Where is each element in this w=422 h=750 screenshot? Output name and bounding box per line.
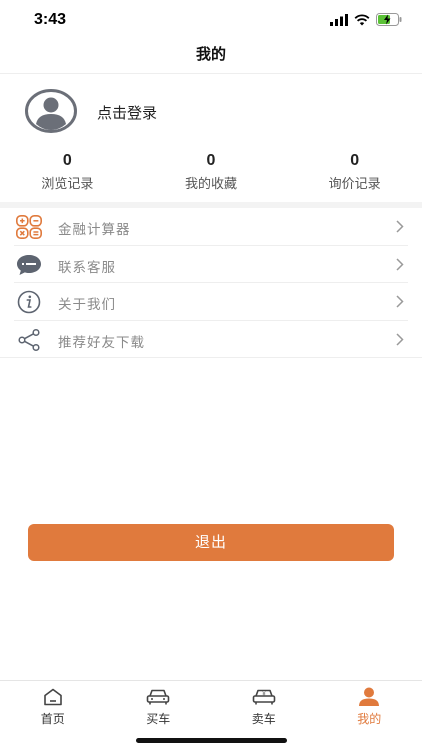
chat-bubble-icon	[16, 252, 42, 278]
user-avatar-icon	[25, 89, 77, 133]
menu-item-recommend-friends[interactable]: 推荐好友下载	[14, 321, 408, 358]
avatar[interactable]	[25, 89, 77, 133]
menu-item-label: 推荐好友下载	[58, 334, 145, 351]
tab-profile[interactable]: 我的	[317, 681, 422, 750]
menu-item-label: 金融计算器	[58, 222, 131, 238]
divider	[0, 357, 422, 358]
tab-label: 首页	[40, 712, 65, 726]
tab-label: 卖车	[251, 712, 276, 726]
sell-car-icon: ¥	[252, 687, 276, 707]
chevron-right-icon	[396, 220, 404, 233]
chevron-right-icon	[396, 332, 404, 346]
car-icon	[146, 687, 170, 707]
stats-row: 0 浏览记录 0 我的收藏 0 询价记录	[0, 152, 422, 192]
status-time: 3:43	[34, 11, 67, 28]
nav-bar: 我的	[0, 40, 422, 74]
wifi-icon	[354, 13, 370, 25]
status-icons	[330, 13, 402, 26]
menu-item-finance-calculator[interactable]: 金融计算器	[14, 208, 408, 246]
stat-label: 我的收藏	[185, 177, 238, 192]
stat-favorites[interactable]: 0 我的收藏	[141, 152, 282, 192]
home-icon	[41, 687, 65, 707]
stat-browse-history[interactable]: 0 浏览记录	[0, 152, 138, 192]
menu-item-about-us[interactable]: 关于我们	[14, 283, 408, 321]
stat-label: 浏览记录	[41, 177, 94, 192]
logout-button[interactable]: 退出	[28, 524, 394, 561]
stat-inquiry-history[interactable]: 0 询价记录	[284, 152, 422, 192]
svg-text:¥: ¥	[262, 692, 266, 698]
stat-value: 0	[350, 152, 360, 169]
menu-item-customer-service[interactable]: 联系客服	[14, 246, 408, 283]
stat-label: 询价记录	[328, 177, 381, 192]
cellular-signal-icon	[330, 13, 348, 26]
calculator-icon	[16, 214, 42, 240]
battery-icon	[376, 13, 402, 26]
tab-label: 我的	[357, 712, 382, 726]
status-bar: 3:43	[0, 0, 422, 40]
stat-value: 0	[62, 152, 72, 169]
tab-home[interactable]: 首页	[0, 681, 106, 750]
login-link[interactable]: 点击登录	[97, 102, 157, 123]
menu-item-label: 关于我们	[58, 297, 116, 313]
screen: 3:43 我的 点击登录 0 浏览记录 0 我的收藏 0 询价记录 金融计算器 …	[0, 0, 422, 750]
home-indicator	[136, 738, 287, 743]
share-icon	[16, 327, 42, 353]
info-icon	[16, 289, 42, 315]
tab-label: 买车	[146, 712, 171, 726]
menu-item-label: 联系客服	[58, 259, 116, 276]
profile-icon	[357, 687, 381, 707]
stat-value: 0	[206, 152, 216, 169]
page-title: 我的	[195, 45, 226, 63]
menu-list: 金融计算器 联系客服 关于我们 推荐好友下载	[0, 208, 422, 358]
chevron-right-icon	[396, 295, 404, 308]
profile-section: 点击登录 0 浏览记录 0 我的收藏 0 询价记录	[0, 74, 422, 202]
chevron-right-icon	[396, 257, 404, 271]
